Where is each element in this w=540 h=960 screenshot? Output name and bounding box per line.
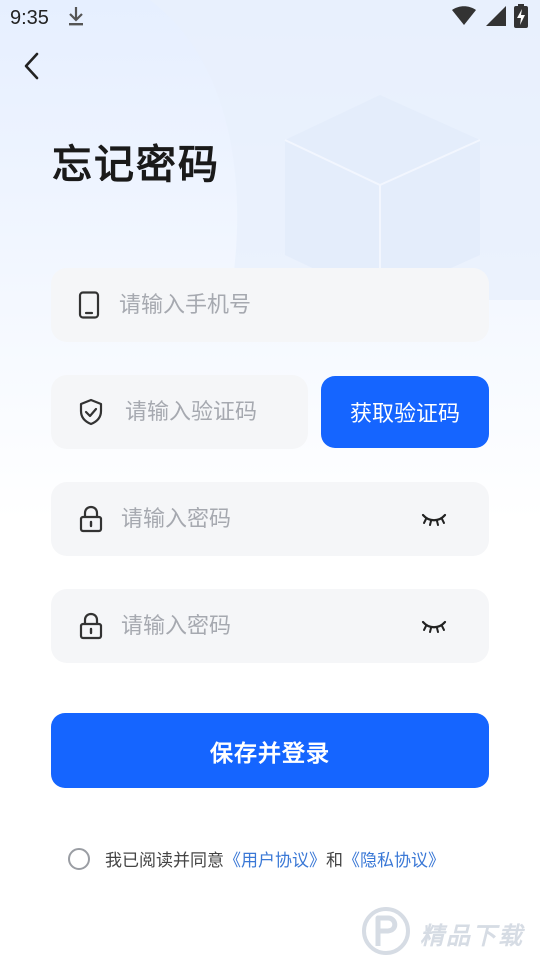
get-verification-code-button[interactable]: 获取验证码	[321, 376, 489, 448]
status-bar: 9:35	[0, 0, 540, 36]
lock-icon	[77, 505, 105, 533]
eye-closed-icon[interactable]	[419, 509, 449, 529]
phone-field[interactable]	[51, 268, 489, 342]
back-button[interactable]	[14, 50, 50, 86]
privacy-policy-link[interactable]: 《隐私协议》	[343, 846, 445, 871]
agreement-row: 我已阅读并同意 《用户协议》 和 《隐私协议》	[68, 846, 445, 871]
download-icon	[67, 5, 85, 31]
status-time: 9:35	[10, 6, 49, 29]
save-and-login-button[interactable]: 保存并登录	[51, 713, 489, 788]
user-agreement-link[interactable]: 《用户协议》	[224, 846, 326, 871]
agreement-prefix: 我已阅读并同意	[105, 851, 224, 871]
verification-code-field[interactable]	[51, 375, 308, 449]
wifi-icon	[452, 6, 476, 30]
confirm-password-field[interactable]	[51, 589, 489, 663]
confirm-password-input[interactable]	[121, 613, 419, 639]
password-field[interactable]	[51, 482, 489, 556]
battery-charging-icon	[514, 4, 528, 32]
signal-icon	[484, 5, 506, 31]
agreement-conjunction: 和	[326, 851, 343, 871]
eye-closed-icon[interactable]	[419, 616, 449, 636]
watermark-logo-icon	[358, 906, 414, 960]
lock-icon	[77, 612, 105, 640]
verification-code-input[interactable]	[125, 399, 308, 425]
password-input[interactable]	[121, 506, 419, 532]
shield-check-icon	[77, 398, 105, 426]
chevron-left-icon	[22, 51, 42, 85]
watermark-text: 精品下载	[420, 921, 524, 950]
phone-icon	[75, 291, 103, 319]
agreement-checkbox[interactable]	[68, 847, 90, 870]
phone-input[interactable]	[119, 292, 489, 318]
page-title: 忘记密码	[52, 142, 220, 188]
watermark: 精品下载	[358, 906, 524, 960]
